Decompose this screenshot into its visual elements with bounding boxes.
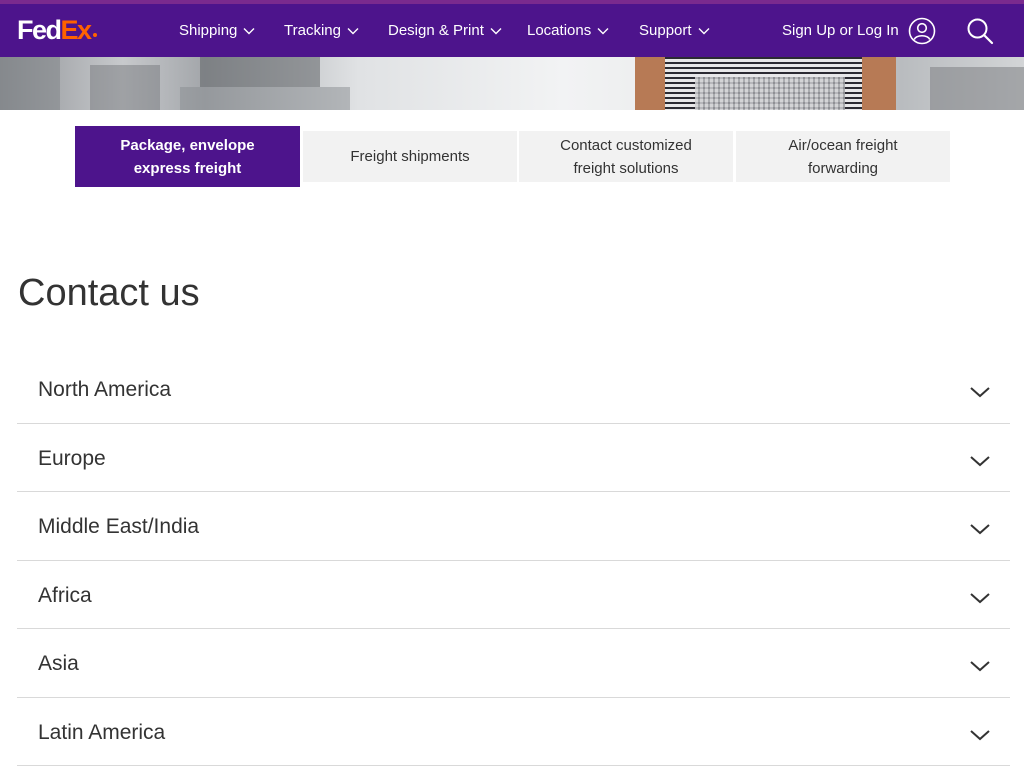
chevron-down-icon bbox=[597, 27, 609, 34]
chevron-down-icon bbox=[347, 27, 359, 34]
hero-image bbox=[0, 57, 1024, 110]
accordion-label: North America bbox=[38, 378, 172, 401]
accordion-item-europe[interactable]: Europe bbox=[17, 424, 1010, 492]
nav-design-print-label: Design & Print bbox=[388, 22, 484, 39]
page-title: Contact us bbox=[18, 272, 200, 314]
chevron-down-icon bbox=[243, 27, 255, 34]
chevron-down-icon bbox=[490, 27, 502, 34]
user-icon bbox=[908, 17, 936, 44]
accordion-item-north-america[interactable]: North America bbox=[17, 355, 1010, 424]
nav-support[interactable]: Support bbox=[639, 4, 710, 57]
login-link[interactable]: Sign Up or Log In bbox=[782, 4, 936, 57]
login-label: Sign Up or Log In bbox=[782, 22, 899, 39]
accordion-label: Europe bbox=[38, 446, 106, 470]
tab-label: Package, envelope express freight bbox=[120, 136, 255, 177]
accordion-label: Latin America bbox=[38, 720, 166, 744]
chevron-down-icon bbox=[970, 661, 990, 672]
tab-label: Freight shipments bbox=[350, 148, 470, 165]
chevron-down-icon bbox=[698, 27, 710, 34]
tab-contact-customized-freight[interactable]: Contact customized freight solutions bbox=[519, 131, 733, 182]
chevron-down-icon bbox=[970, 387, 990, 398]
logo-fed-text: Fed bbox=[17, 15, 62, 45]
nav-support-label: Support bbox=[639, 22, 692, 39]
service-tabs: Package, envelope express freight Freigh… bbox=[75, 126, 951, 187]
accordion-item-asia[interactable]: Asia bbox=[17, 629, 1010, 698]
site-header: FedEx Shipping Tracking Design & Print L… bbox=[0, 0, 1024, 57]
search-icon[interactable] bbox=[965, 16, 995, 46]
nav-design-print[interactable]: Design & Print bbox=[388, 4, 502, 57]
chevron-down-icon bbox=[970, 524, 990, 535]
accordion-item-africa[interactable]: Africa bbox=[17, 561, 1010, 629]
fedex-logo[interactable]: FedEx bbox=[17, 15, 97, 45]
nav-tracking-label: Tracking bbox=[284, 22, 341, 39]
accordion-label: Africa bbox=[38, 583, 92, 607]
tab-label: Air/ocean freight forwarding bbox=[788, 136, 898, 177]
tab-label: Contact customized freight solutions bbox=[560, 136, 692, 177]
accordion-label: Asia bbox=[38, 652, 79, 675]
nav-locations[interactable]: Locations bbox=[527, 4, 609, 57]
chevron-down-icon bbox=[970, 729, 990, 740]
nav-locations-label: Locations bbox=[527, 22, 592, 39]
chevron-down-icon bbox=[970, 455, 990, 466]
tab-freight-shipments[interactable]: Freight shipments bbox=[303, 131, 517, 182]
nav-shipping-label: Shipping bbox=[179, 22, 238, 39]
nav-shipping[interactable]: Shipping bbox=[179, 4, 255, 57]
chevron-down-icon bbox=[970, 592, 990, 603]
logo-dot bbox=[92, 33, 97, 37]
tab-package-envelope-express[interactable]: Package, envelope express freight bbox=[75, 126, 300, 187]
accordion-item-middle-east-india[interactable]: Middle East/India bbox=[17, 492, 1010, 561]
accordion-label: Middle East/India bbox=[38, 515, 200, 538]
accordion-item-latin-america[interactable]: Latin America bbox=[17, 698, 1010, 766]
nav-tracking[interactable]: Tracking bbox=[284, 4, 359, 57]
logo-ex-text: Ex bbox=[60, 15, 93, 45]
tab-air-ocean-freight[interactable]: Air/ocean freight forwarding bbox=[736, 131, 950, 182]
region-accordion: North America Europe Middle East/India A… bbox=[17, 355, 1010, 766]
